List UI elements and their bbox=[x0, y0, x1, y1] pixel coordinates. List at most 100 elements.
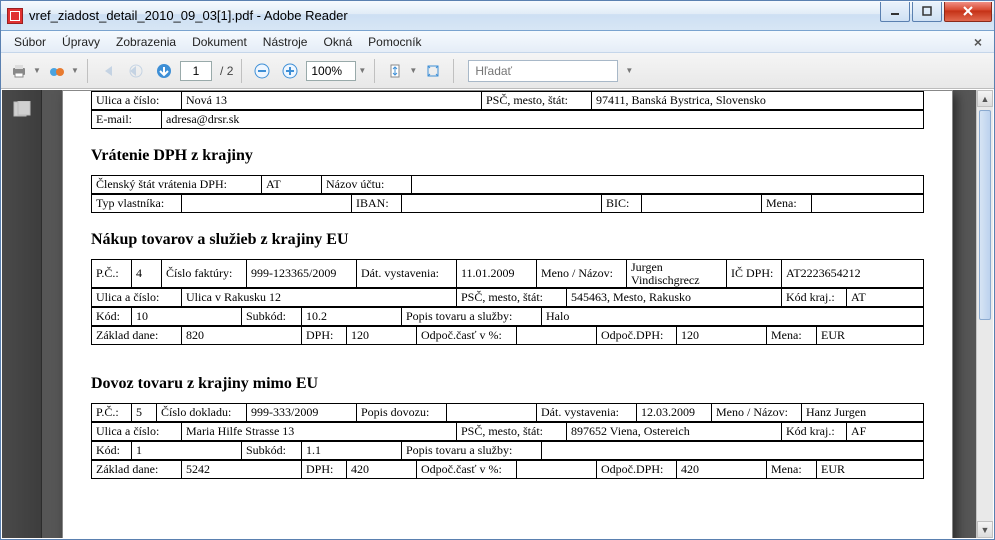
zoom-in-button[interactable] bbox=[278, 59, 302, 83]
import-row4: Základ dane: 5242 DPH: 420 Odpoč.časť v … bbox=[91, 460, 924, 479]
menu-windows[interactable]: Okná bbox=[316, 33, 359, 51]
i-desc-label: Popis tovaru a služby: bbox=[402, 442, 542, 460]
vertical-scrollbar[interactable]: ▲ ▼ bbox=[976, 90, 993, 538]
i-code-value: 1 bbox=[132, 442, 242, 460]
page-count: / 2 bbox=[220, 64, 233, 78]
menubar: Súbor Úpravy Zobrazenia Dokument Nástroj… bbox=[1, 31, 994, 53]
menu-tools[interactable]: Nástroje bbox=[256, 33, 315, 51]
name-value: Jurgen Vindischgrecz bbox=[627, 260, 727, 288]
p-desc-value: Halo bbox=[542, 308, 924, 326]
purchase-heading: Nákup tovarov a služieb z krajiny EU bbox=[91, 231, 924, 249]
zoom-out-button[interactable] bbox=[250, 59, 274, 83]
iban-value bbox=[402, 195, 602, 213]
scroll-thumb[interactable] bbox=[979, 110, 991, 320]
i-impdesc-value bbox=[447, 404, 537, 422]
next-page-button[interactable] bbox=[152, 59, 176, 83]
refund-heading: Vrátenie DPH z krajiny bbox=[91, 147, 924, 165]
vat-label: IČ DPH: bbox=[727, 260, 782, 288]
window-title: vref_ziadost_detail_2010_09_03[1].pdf - … bbox=[29, 8, 348, 23]
owner-label: Typ vlastníka: bbox=[92, 195, 182, 213]
date-value: 11.01.2009 bbox=[457, 260, 537, 288]
search-input[interactable] bbox=[473, 63, 613, 79]
p-curr-label: Mena: bbox=[767, 327, 817, 345]
p-country-label: Kód kraj.: bbox=[782, 289, 847, 307]
collab-button[interactable] bbox=[45, 59, 69, 83]
p-base-label: Základ dane: bbox=[92, 327, 182, 345]
i-curr-label: Mena: bbox=[767, 461, 817, 479]
prev-page-button[interactable] bbox=[124, 59, 148, 83]
collab-caret-icon[interactable]: ▼ bbox=[71, 66, 79, 75]
p-sub-label: Subkód: bbox=[242, 308, 302, 326]
menu-document[interactable]: Dokument bbox=[185, 33, 254, 51]
zoom-input[interactable] bbox=[306, 61, 356, 81]
email-value: adresa@drsr.sk bbox=[162, 111, 924, 129]
i-doc-value: 999-333/2009 bbox=[247, 404, 357, 422]
scroll-mode-button[interactable] bbox=[383, 59, 407, 83]
i-pct-label: Odpoč.časť v %: bbox=[417, 461, 517, 479]
pc-value: 4 bbox=[132, 260, 162, 288]
i-name-label: Meno / Názov: bbox=[712, 404, 802, 422]
content-area: Ulica a číslo: Nová 13 PSČ, mesto, štát:… bbox=[2, 90, 993, 538]
i-city-value: 897652 Viena, Ostereich bbox=[567, 423, 782, 441]
iban-label: IBAN: bbox=[352, 195, 402, 213]
search-box[interactable] bbox=[468, 60, 618, 82]
scroll-down-button[interactable]: ▼ bbox=[977, 521, 993, 538]
close-button[interactable] bbox=[944, 2, 992, 22]
i-base-value: 5242 bbox=[182, 461, 302, 479]
first-page-button[interactable] bbox=[96, 59, 120, 83]
maximize-button[interactable] bbox=[912, 2, 942, 22]
email-table: E-mail: adresa@drsr.sk bbox=[91, 110, 924, 129]
print-button[interactable] bbox=[7, 59, 31, 83]
fit-page-button[interactable] bbox=[421, 59, 445, 83]
pc-label: P.Č.: bbox=[92, 260, 132, 288]
search-caret-icon[interactable]: ▼ bbox=[622, 66, 636, 75]
print-caret-icon[interactable]: ▼ bbox=[33, 66, 41, 75]
email-label: E-mail: bbox=[92, 111, 162, 129]
bic-value bbox=[642, 195, 762, 213]
i-sub-label: Subkód: bbox=[242, 442, 302, 460]
scroll-mode-caret-icon[interactable]: ▼ bbox=[409, 66, 417, 75]
purchase-row4: Základ dane: 820 DPH: 120 Odpoč.časť v %… bbox=[91, 326, 924, 345]
toolbar-separator bbox=[87, 59, 88, 83]
name-label: Meno / Názov: bbox=[537, 260, 627, 288]
page-viewer[interactable]: Ulica a číslo: Nová 13 PSČ, mesto, štát:… bbox=[42, 90, 993, 538]
i-desc-value bbox=[542, 442, 924, 460]
menubar-close-icon[interactable]: × bbox=[968, 32, 988, 52]
titlebar: vref_ziadost_detail_2010_09_03[1].pdf - … bbox=[1, 1, 994, 31]
p-odph-label: Odpoč.DPH: bbox=[597, 327, 677, 345]
address-table: Ulica a číslo: Nová 13 PSČ, mesto, štát:… bbox=[91, 91, 924, 110]
p-street-label: Ulica a číslo: bbox=[92, 289, 182, 307]
refund-table-1: Členský štát vrátenia DPH: AT Názov účtu… bbox=[91, 175, 924, 194]
menu-edit[interactable]: Úpravy bbox=[55, 33, 107, 51]
scroll-up-button[interactable]: ▲ bbox=[977, 90, 993, 107]
p-odph-value: 120 bbox=[677, 327, 767, 345]
i-impdesc-label: Popis dovozu: bbox=[357, 404, 447, 422]
pages-panel-button[interactable] bbox=[10, 98, 34, 120]
inv-label: Číslo faktúry: bbox=[162, 260, 247, 288]
i-code-label: Kód: bbox=[92, 442, 132, 460]
minimize-button[interactable] bbox=[880, 2, 910, 22]
toolbar: ▼ ▼ / 2 ▼ ▼ bbox=[1, 53, 994, 89]
purchase-row1: P.Č.: 4 Číslo faktúry: 999-123365/2009 D… bbox=[91, 259, 924, 288]
bic-label: BIC: bbox=[602, 195, 642, 213]
page-number-input[interactable] bbox=[180, 61, 212, 81]
app-window: vref_ziadost_detail_2010_09_03[1].pdf - … bbox=[0, 0, 995, 540]
i-date-label: Dát. vystavenia: bbox=[537, 404, 637, 422]
i-pc-label: P.Č.: bbox=[92, 404, 132, 422]
p-dph-value: 120 bbox=[347, 327, 417, 345]
nav-pane bbox=[2, 90, 42, 538]
toolbar-separator bbox=[374, 59, 375, 83]
i-curr-value: EUR bbox=[817, 461, 924, 479]
inv-value: 999-123365/2009 bbox=[247, 260, 357, 288]
city-label: PSČ, mesto, štát: bbox=[482, 92, 592, 110]
toolbar-separator bbox=[241, 59, 242, 83]
menu-help[interactable]: Pomocník bbox=[361, 33, 428, 51]
i-street-label: Ulica a číslo: bbox=[92, 423, 182, 441]
import-row2: Ulica a číslo: Maria Hilfe Strasse 13 PS… bbox=[91, 422, 924, 441]
menu-file[interactable]: Súbor bbox=[7, 33, 53, 51]
p-sub-value: 10.2 bbox=[302, 308, 402, 326]
zoom-caret-icon[interactable]: ▼ bbox=[358, 66, 366, 75]
i-odph-label: Odpoč.DPH: bbox=[597, 461, 677, 479]
p-pct-value bbox=[517, 327, 597, 345]
menu-view[interactable]: Zobrazenia bbox=[109, 33, 183, 51]
